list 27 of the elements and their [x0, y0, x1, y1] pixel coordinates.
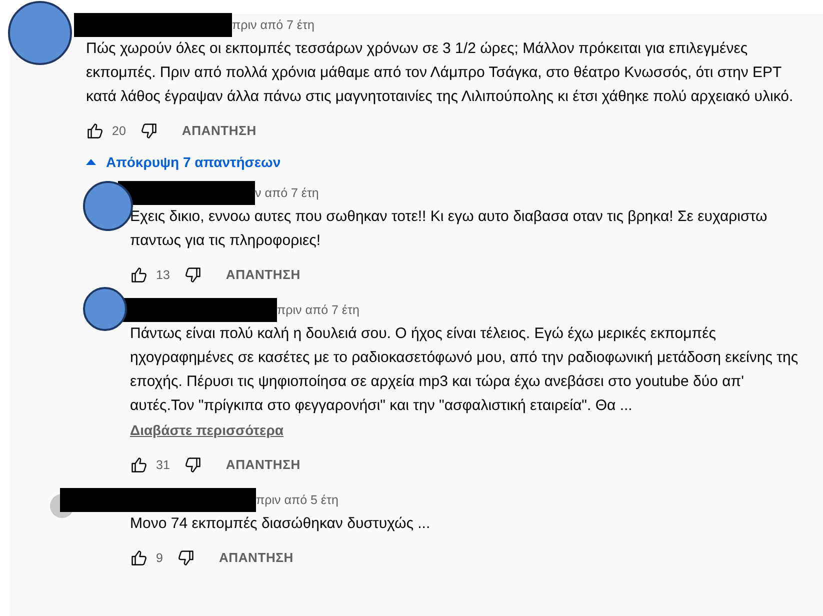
comment-timestamp[interactable]: πριν από 7 έτη: [232, 16, 314, 34]
dislike-icon[interactable]: [184, 456, 202, 474]
read-more-link[interactable]: Διαβάστε περισσότερα: [130, 418, 284, 442]
like-count: 20: [112, 122, 126, 140]
reply-button[interactable]: ΑΠΑΝΤΗΣΗ: [158, 121, 256, 141]
like-icon[interactable]: [130, 266, 148, 284]
replies-toggle[interactable]: Απόκρυψη 7 απαντήσεων: [86, 150, 281, 174]
comment-text: Πώς χωρούν όλες οι εκπομπές τεσσάρων χρόνων σε 3 1/2 ώρες; Μάλλον πρόκειται για επιλεγμένες εκπομπές. Πριν από πολλά χρόνια μάθαμε από τον Λάμπρο Τσάγκα, στο θέατρο Κνωσσός, ότι στην ΕΡΤ κατά λάθος έγραψαν άλλα πάνω στις μαγνητοταινίες της Λιλιπούπολης κι έτσι χάθηκε πολύ αρχειακό υλικό.: [86, 39, 794, 107]
like-count: 31: [156, 456, 170, 474]
like-icon[interactable]: [86, 122, 104, 140]
dislike-icon[interactable]: [140, 122, 158, 140]
reply-button[interactable]: ΑΠΑΝΤΗΣΗ: [202, 455, 300, 475]
comment-text: Πάντως είναι πολύ καλή η δουλειά σου. Ο ήχος είναι τέλειος. Εγώ έχω μερικές εκπομπές ηχογραφημένες σε κασέτες με το ραδιοκασετόφωνό μου, από την ραδιοφωνική μετάδοση εκείνης της εποχής. Πέρυσι τις ψηφιοποίησα σε αρχεία mp3 και τώρα έχω ανεβάσει στο youtube δύο απ' αυτές.Τον "πρίγκιπα στο φεγγαρονήσι" και την "ασφαλιστική εταιρεία". Θα ...: [130, 324, 800, 416]
comment-timestamp[interactable]: πριν από 5 έτη: [256, 490, 338, 510]
collapse-caret-icon: [86, 159, 96, 165]
like-count: 13: [156, 266, 170, 284]
dislike-icon[interactable]: [176, 549, 195, 567]
comment-timestamp[interactable]: πριν από 7 έτη: [277, 300, 360, 320]
comment-text: Εχεις δικιο, εννοω αυτες που σωθηκαν τοτε!! Κι εγω αυτο διαβασα οταν τις βρηκα! Σε ευχαριστω παντως για τις πληροφοριες!: [130, 207, 768, 251]
like-icon[interactable]: [130, 456, 148, 474]
reply-button[interactable]: ΑΠΑΝΤΗΣΗ: [202, 265, 300, 285]
like-icon[interactable]: [130, 549, 148, 567]
comment-text: Μονο 74 εκπομπές διασώθηκαν δυστυχώς ...: [130, 514, 432, 534]
like-count: 9: [156, 550, 163, 567]
reply-button[interactable]: ΑΠΑΝΤΗΣΗ: [194, 548, 294, 568]
comment-timestamp[interactable]: ν από 7 έτη: [255, 184, 319, 202]
dislike-icon[interactable]: [184, 266, 202, 284]
